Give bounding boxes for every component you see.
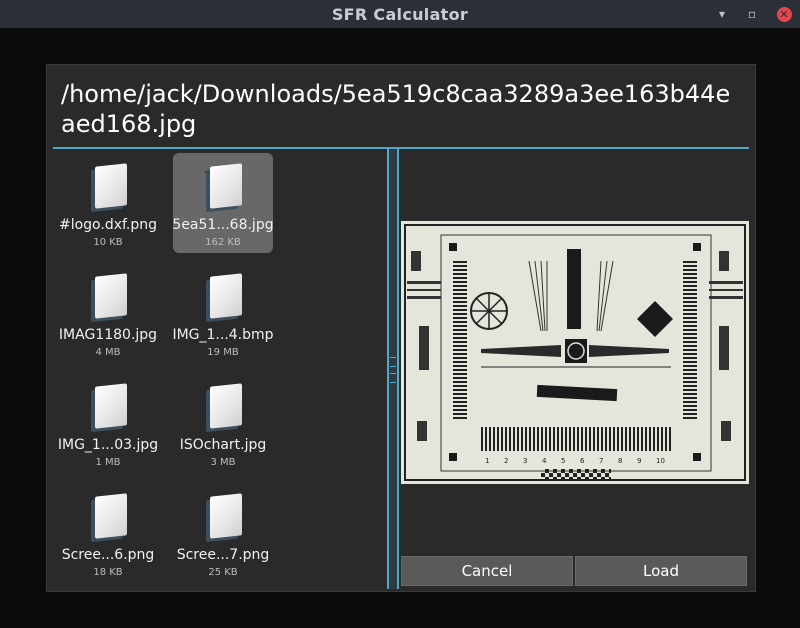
file-icon: [198, 163, 248, 211]
file-tile-selected[interactable]: 5ea51...68.jpg 162 KB: [172, 153, 274, 253]
chart-scale-label: 10: [656, 457, 665, 465]
file-name: Scree...6.png: [61, 547, 155, 563]
splitter-grip-icon[interactable]: [390, 357, 396, 383]
chart-scale-label: 8: [618, 457, 622, 465]
file-icon: [83, 273, 133, 321]
chart-scale-label: 4: [542, 457, 547, 465]
close-icon: ✕: [776, 6, 792, 22]
file-tile[interactable]: IMG_1...4.bmp 19 MB: [172, 263, 274, 363]
pane-splitter[interactable]: [387, 149, 399, 589]
chart-scale-label: 2: [504, 457, 508, 465]
chart-scale-label: 1: [485, 457, 489, 465]
cancel-button[interactable]: Cancel: [401, 556, 573, 586]
file-icon: [83, 493, 133, 541]
file-icon: [198, 493, 248, 541]
load-button[interactable]: Load: [575, 556, 747, 586]
file-chooser-dialog: /home/jack/Downloads/5ea519c8caa3289a3ee…: [46, 64, 756, 592]
file-grid: #logo.dxf.png 10 KB 5ea51...68.jpg 162 K…: [53, 149, 385, 589]
minimize-icon[interactable]: ▾: [712, 0, 732, 28]
chart-scale-label: 6: [580, 457, 585, 465]
file-size: 1 MB: [95, 457, 121, 468]
iso-chart-image: 1 2 3 4 5 6 7 8 9 10: [401, 221, 749, 484]
file-size: 19 MB: [207, 347, 239, 358]
file-size: 18 KB: [93, 567, 123, 578]
file-icon: [83, 163, 133, 211]
path-field[interactable]: /home/jack/Downloads/5ea519c8caa3289a3ee…: [61, 79, 741, 139]
close-button[interactable]: ✕: [774, 0, 794, 28]
chart-scale-label: 3: [523, 457, 527, 465]
maximize-icon[interactable]: ▫: [742, 0, 762, 28]
file-name: Scree...7.png: [176, 547, 270, 563]
image-preview: 1 2 3 4 5 6 7 8 9 10: [401, 221, 749, 484]
file-name: IMAG1180.jpg: [58, 327, 158, 343]
file-tile[interactable]: ISOchart.jpg 3 MB: [173, 373, 273, 473]
chart-scale-label: 7: [599, 457, 603, 465]
window-titlebar: SFR Calculator ▾ ▫ ✕: [0, 0, 800, 28]
chart-scale-label: 5: [561, 457, 565, 465]
file-name: ISOchart.jpg: [179, 437, 267, 453]
window-title: SFR Calculator: [331, 4, 469, 24]
file-size: 4 MB: [95, 347, 121, 358]
file-name: #logo.dxf.png: [58, 217, 158, 233]
file-tile[interactable]: Scree...6.png 18 KB: [58, 483, 158, 583]
chart-scale-label: 9: [637, 457, 641, 465]
file-icon: [198, 273, 248, 321]
file-size: 10 KB: [93, 237, 123, 248]
file-size: 25 KB: [208, 567, 238, 578]
file-icon: [198, 383, 248, 431]
file-tile[interactable]: #logo.dxf.png 10 KB: [58, 153, 158, 253]
file-tile[interactable]: IMAG1180.jpg 4 MB: [58, 263, 158, 363]
file-name: IMG_1...4.bmp: [172, 327, 274, 343]
file-tile[interactable]: Scree...7.png 25 KB: [173, 483, 273, 583]
file-name: 5ea51...68.jpg: [172, 217, 274, 233]
file-name: IMG_1...03.jpg: [57, 437, 159, 453]
file-size: 162 KB: [205, 237, 241, 248]
file-icon: [83, 383, 133, 431]
file-size: 3 MB: [210, 457, 236, 468]
file-tile[interactable]: IMG_1...03.jpg 1 MB: [58, 373, 158, 473]
